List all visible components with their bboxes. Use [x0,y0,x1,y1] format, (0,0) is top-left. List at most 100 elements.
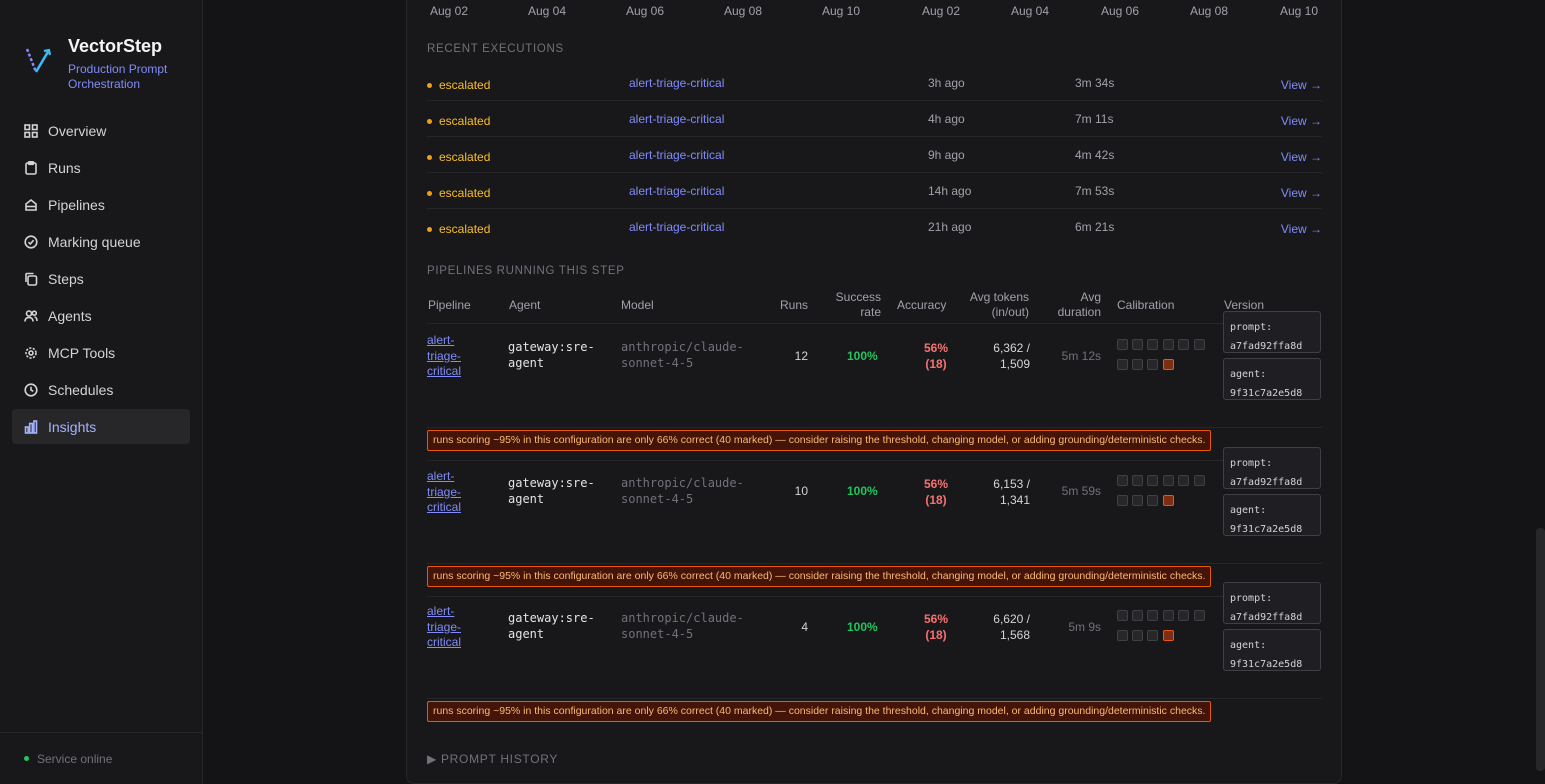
model-name: anthropic/claude-sonnet-4-5 [621,611,744,641]
axis-tick-label: Aug 06 [626,4,665,18]
calibration-cell [1132,495,1143,506]
agent-name: gateway:sre-agent [508,340,595,370]
agent-name: gateway:sre-agent [508,611,595,641]
prompt-history-toggle[interactable]: ▶ PROMPT HISTORY [427,752,558,766]
calibration-warning: runs scoring ~95% in this configuration … [427,566,1212,587]
sidebar-item-label: Marking queue [48,233,141,250]
execution-row[interactable]: escalated alert-triage-critical 4h ago 7… [427,101,1322,137]
execution-row[interactable]: escalated alert-triage-critical 21h ago … [427,209,1322,245]
agent-version-badge[interactable]: agent: 9f31c7a2e5d8 [1223,629,1321,671]
sidebar-item-runs[interactable]: Runs [12,150,190,185]
accuracy-value: 56% (18) [923,341,949,371]
execution-pipeline-link[interactable]: alert-triage-critical [629,76,724,90]
agent-name: gateway:sre-agent [508,476,595,506]
layers-icon [25,198,37,211]
sidebar-item-label: Runs [48,159,81,176]
gear-icon [25,346,37,359]
agent-version-badge[interactable]: agent: 9f31c7a2e5d8 [1223,494,1321,536]
column-header-success-rate: Success rate [827,290,881,320]
view-execution-link[interactable]: View → [1281,150,1322,164]
execution-time-ago: 4h ago [928,112,965,126]
agent-version-badge[interactable]: agent: 9f31c7a2e5d8 [1223,358,1321,400]
column-header-model: Model [621,298,654,312]
prompt-version-badge[interactable]: prompt: a7fad92ffa8d [1223,582,1321,624]
success-rate: 100% [847,484,878,498]
execution-time-ago: 14h ago [928,184,972,198]
avg-duration: 5m 12s [1061,349,1101,363]
bar-chart-icon [24,419,38,434]
execution-pipeline-link[interactable]: alert-triage-critical [629,112,724,126]
status-badge: escalated [427,78,490,92]
calibration-cell [1147,475,1158,486]
execution-pipeline-link[interactable]: alert-triage-critical [629,220,724,234]
pipeline-link[interactable]: alert-triage-critical [427,604,487,651]
axis-tick-label: Aug 10 [822,4,861,18]
sidebar-item-marking-queue[interactable]: Marking queue [12,224,190,259]
sidebar-item-mcp-tools[interactable]: MCP Tools [12,335,190,370]
execution-duration: 7m 53s [1075,184,1115,198]
sidebar-item-label: Overview [48,122,107,139]
scrollbar-thumb[interactable] [1536,528,1545,771]
sidebar-item-pipelines[interactable]: Pipelines [12,187,190,222]
divider [427,460,1322,461]
calibration-cell [1194,339,1205,350]
divider [427,427,1322,428]
execution-pipeline-link[interactable]: alert-triage-critical [629,184,724,198]
sidebar-item-overview[interactable]: Overview [12,113,190,148]
calibration-cell [1132,630,1143,641]
column-header-pipeline: Pipeline [428,298,471,312]
sidebar-item-label: Pipelines [48,196,105,213]
calibration-cell-miscalibrated [1163,359,1174,370]
execution-pipeline-link[interactable]: alert-triage-critical [629,148,724,162]
axis-tick-label: Aug 06 [1101,4,1140,18]
vectorstep-logo-icon [25,48,52,73]
brand[interactable]: VectorStep Production Prompt Orchestrati… [24,36,188,92]
sidebar-item-insights[interactable]: Insights [12,409,190,444]
view-execution-link[interactable]: View → [1281,222,1322,236]
calibration-cell [1117,475,1128,486]
execution-time-ago: 21h ago [928,220,972,234]
view-execution-link[interactable]: View → [1281,78,1322,92]
axis-tick-label: Aug 08 [724,4,763,18]
execution-row[interactable]: escalated alert-triage-critical 14h ago … [427,173,1322,209]
step-insights-panel: Aug 02 Aug 04 Aug 06 Aug 08 Aug 10 Aug 0… [406,0,1342,784]
column-header-line: (in/out) [991,305,1029,319]
calibration-cell [1117,610,1128,621]
avg-tokens: 6,362 / 1,509 [993,341,1030,371]
calibration-cell [1178,610,1189,621]
calibration-cell [1178,339,1189,350]
pipeline-link[interactable]: alert-triage-critical [427,469,487,516]
pipeline-link[interactable]: alert-triage-critical [427,333,487,380]
column-header-line: duration [1057,305,1101,319]
sidebar-item-schedules[interactable]: Schedules [12,372,190,407]
prompt-version-badge[interactable]: prompt: a7fad92ffa8d [1223,311,1321,353]
clipboard-icon [25,160,37,175]
calibration-warning: runs scoring ~95% in this configuration … [427,430,1212,451]
calibration-cell [1132,339,1143,350]
calibration-cell [1117,359,1128,370]
axis-tick-label: Aug 04 [528,4,567,18]
execution-row[interactable]: escalated alert-triage-critical 3h ago 3… [427,65,1322,101]
check-circle-icon [24,234,38,249]
model-name: anthropic/claude-sonnet-4-5 [621,476,744,506]
chart-x-axis: Aug 02 Aug 04 Aug 06 Aug 08 Aug 10 Aug 0… [407,1,1343,21]
column-header-agent: Agent [509,298,541,312]
column-header-avg-tokens: Avg tokens (in/out) [961,290,1029,320]
accuracy-value: 56% (18) [923,612,949,642]
axis-tick-label: Aug 02 [430,4,469,18]
clock-icon [24,382,38,397]
column-header-line: rate [860,305,881,319]
column-header-line: Avg tokens [969,290,1029,304]
model-name: anthropic/claude-sonnet-4-5 [621,340,744,370]
accuracy-value: 56% (18) [923,477,949,507]
view-execution-link[interactable]: View → [1281,114,1322,128]
execution-row[interactable]: escalated alert-triage-critical 9h ago 4… [427,137,1322,173]
avg-tokens: 6,153 / 1,341 [993,477,1030,507]
sidebar-item-steps[interactable]: Steps [12,261,190,296]
prompt-version-badge[interactable]: prompt: a7fad92ffa8d [1223,447,1321,489]
sidebar-item-agents[interactable]: Agents [12,298,190,333]
axis-tick-label: Aug 10 [1280,4,1319,18]
view-execution-link[interactable]: View → [1281,186,1322,200]
calibration-cell [1163,610,1174,621]
status-text: escalated [439,186,491,200]
